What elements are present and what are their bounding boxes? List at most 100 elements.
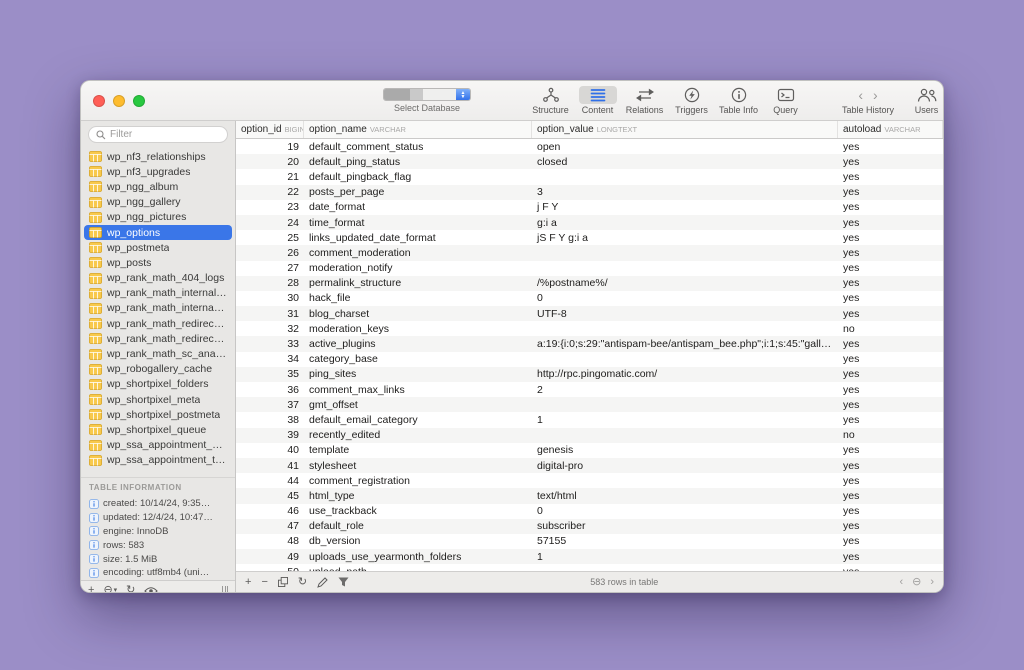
sidebar-table-item[interactable]: wp_postmeta bbox=[84, 240, 232, 255]
cell-option_name[interactable]: gmt_offset bbox=[304, 399, 532, 411]
cell-option_value[interactable]: a:19:{i:0;s:29:"antispam-bee/antispam_be… bbox=[532, 338, 838, 350]
cell-option_name[interactable]: comment_registration bbox=[304, 475, 532, 487]
cell-autoload[interactable]: yes bbox=[838, 338, 943, 350]
table-row[interactable]: 19 default_comment_status open yes bbox=[236, 139, 943, 154]
cell-option_id[interactable]: 35 bbox=[236, 368, 304, 380]
minimize-button[interactable] bbox=[113, 94, 125, 107]
cell-option_id[interactable]: 38 bbox=[236, 414, 304, 426]
cell-option_value[interactable]: http://rpc.pingomatic.com/ bbox=[532, 368, 838, 380]
cell-option_id[interactable]: 47 bbox=[236, 520, 304, 532]
toolbar-item-triggers[interactable]: Triggers bbox=[668, 86, 715, 115]
cell-option_id[interactable]: 39 bbox=[236, 429, 304, 441]
cell-option_id[interactable]: 28 bbox=[236, 277, 304, 289]
cell-autoload[interactable]: yes bbox=[838, 475, 943, 487]
cell-option_value[interactable]: UTF-8 bbox=[532, 308, 838, 320]
table-row[interactable]: 46 use_trackback 0 yes bbox=[236, 504, 943, 519]
cell-autoload[interactable]: yes bbox=[838, 368, 943, 380]
toolbar-item-structure[interactable]: Structure bbox=[527, 86, 574, 115]
table-row[interactable]: 28 permalink_structure/%postname%/yes bbox=[236, 275, 943, 291]
cell-autoload[interactable]: yes bbox=[838, 520, 943, 532]
cell-autoload[interactable]: yes bbox=[838, 262, 943, 274]
table-row[interactable]: 22 posts_per_page 3 yes bbox=[236, 184, 943, 200]
cell-option_value[interactable]: 3 bbox=[532, 186, 838, 198]
cell-option_id[interactable]: 33 bbox=[236, 338, 304, 350]
cell-option_name[interactable]: category_base bbox=[304, 353, 532, 365]
cell-autoload[interactable]: yes bbox=[838, 156, 943, 168]
cell-option_name[interactable]: active_plugins bbox=[304, 338, 532, 350]
duplicate-row-button[interactable] bbox=[277, 577, 288, 587]
cell-option_value[interactable]: open bbox=[532, 141, 838, 153]
cell-option_value[interactable]: 57155 bbox=[532, 535, 838, 547]
table-row[interactable]: 32 moderation_keys no bbox=[236, 321, 943, 336]
sidebar-resize-handle[interactable] bbox=[222, 586, 228, 592]
cell-option_id[interactable]: 49 bbox=[236, 551, 304, 563]
cell-autoload[interactable]: yes bbox=[838, 201, 943, 213]
cell-option_id[interactable]: 24 bbox=[236, 217, 304, 229]
cell-option_value[interactable]: digital-pro bbox=[532, 460, 838, 472]
sidebar-table-item[interactable]: wp_ngg_album bbox=[84, 179, 232, 194]
table-row[interactable]: 38 default_email_category 1 yes bbox=[236, 412, 943, 427]
cell-option_name[interactable]: posts_per_page bbox=[304, 186, 532, 198]
filter-rows-button[interactable] bbox=[338, 577, 349, 587]
cell-autoload[interactable]: yes bbox=[838, 353, 943, 365]
sidebar-table-item[interactable]: wp_shortpixel_folders bbox=[84, 377, 232, 392]
cell-option_name[interactable]: template bbox=[304, 444, 532, 456]
cell-option_name[interactable]: db_version bbox=[304, 535, 532, 547]
table-row[interactable]: 24 time_format g:i a yes bbox=[236, 214, 943, 231]
table-row[interactable]: 34 category_base yes bbox=[236, 352, 943, 367]
toolbar-item-table-info[interactable]: Table Info bbox=[715, 86, 762, 115]
table-row[interactable]: 49 uploads_use_yearmonth_folders 1 yes bbox=[236, 549, 943, 565]
cell-option_name[interactable]: permalink_structure bbox=[304, 277, 532, 289]
sidebar-table-item[interactable]: wp_ngg_pictures bbox=[84, 210, 232, 225]
cell-option_name[interactable]: default_comment_status bbox=[304, 141, 532, 153]
table-row[interactable]: 41 stylesheet digital-pro yes bbox=[236, 457, 943, 474]
cell-option_name[interactable]: comment_max_links bbox=[304, 384, 532, 396]
cell-option_value[interactable]: genesis bbox=[532, 444, 838, 456]
sidebar-table-item[interactable]: wp_robogallery_cache bbox=[84, 362, 232, 377]
cell-option_value[interactable]: 1 bbox=[532, 414, 838, 426]
table-row[interactable]: 33 active_plugins a:19:{i:0;s:29:"antispam… bbox=[236, 336, 943, 352]
table-row[interactable]: 37 gmt_offset yes bbox=[236, 397, 943, 413]
cell-option_id[interactable]: 48 bbox=[236, 535, 304, 547]
sidebar-table-item[interactable]: wp_shortpixel_queue bbox=[84, 422, 232, 437]
cell-autoload[interactable]: yes bbox=[838, 505, 943, 517]
cell-autoload[interactable]: yes bbox=[838, 399, 943, 411]
refresh-rows-button[interactable]: ↻ bbox=[298, 576, 307, 588]
table-row[interactable]: 48 db_version 57155 yes bbox=[236, 534, 943, 549]
eye-button[interactable] bbox=[144, 586, 159, 592]
cell-option_id[interactable]: 27 bbox=[236, 262, 304, 274]
column-header-option_value[interactable]: option_value LONGTEXT bbox=[532, 121, 838, 138]
table-row[interactable]: 27 moderation_notify yes bbox=[236, 261, 943, 276]
cell-option_id[interactable]: 36 bbox=[236, 384, 304, 396]
cell-option_value[interactable]: 2 bbox=[532, 384, 838, 396]
cell-option_id[interactable]: 32 bbox=[236, 323, 304, 335]
cell-autoload[interactable]: yes bbox=[838, 277, 943, 289]
cell-option_name[interactable]: default_role bbox=[304, 520, 532, 532]
cell-option_value[interactable]: 0 bbox=[532, 292, 838, 304]
edit-row-button[interactable] bbox=[317, 576, 328, 588]
close-button[interactable] bbox=[93, 94, 105, 107]
cell-option_id[interactable]: 45 bbox=[236, 490, 304, 502]
cell-autoload[interactable]: yes bbox=[838, 217, 943, 229]
sidebar-table-item[interactable]: wp_posts bbox=[84, 255, 232, 270]
cell-autoload[interactable]: yes bbox=[838, 171, 943, 183]
cell-option_value[interactable]: 0 bbox=[532, 505, 838, 517]
table-row[interactable]: 26 comment_moderation yes bbox=[236, 245, 943, 261]
cell-autoload[interactable]: yes bbox=[838, 247, 943, 259]
cell-autoload[interactable]: yes bbox=[838, 460, 943, 472]
sidebar-table-item[interactable]: wp_options bbox=[84, 224, 232, 241]
table-row[interactable]: 50upload_pathyes bbox=[236, 564, 943, 571]
cell-option_value[interactable]: closed bbox=[532, 156, 838, 168]
zoom-button[interactable] bbox=[133, 94, 145, 107]
cell-option_name[interactable]: hack_file bbox=[304, 292, 532, 304]
cell-option_id[interactable]: 20 bbox=[236, 156, 304, 168]
cell-option_id[interactable]: 44 bbox=[236, 475, 304, 487]
sidebar-table-item[interactable]: wp_rank_math_redirect… bbox=[84, 331, 232, 346]
cell-option_value[interactable]: g:i a bbox=[532, 217, 838, 229]
select-database-dropdown[interactable]: ▲ ▼ bbox=[383, 88, 471, 101]
table-actions-button[interactable]: ⊖ ▾ bbox=[103, 585, 117, 592]
cell-option_id[interactable]: 30 bbox=[236, 292, 304, 304]
cell-autoload[interactable]: yes bbox=[838, 308, 943, 320]
toolbar-item-table-history[interactable]: ‹ › Table History bbox=[833, 86, 903, 115]
cell-option_name[interactable]: stylesheet bbox=[304, 460, 532, 472]
